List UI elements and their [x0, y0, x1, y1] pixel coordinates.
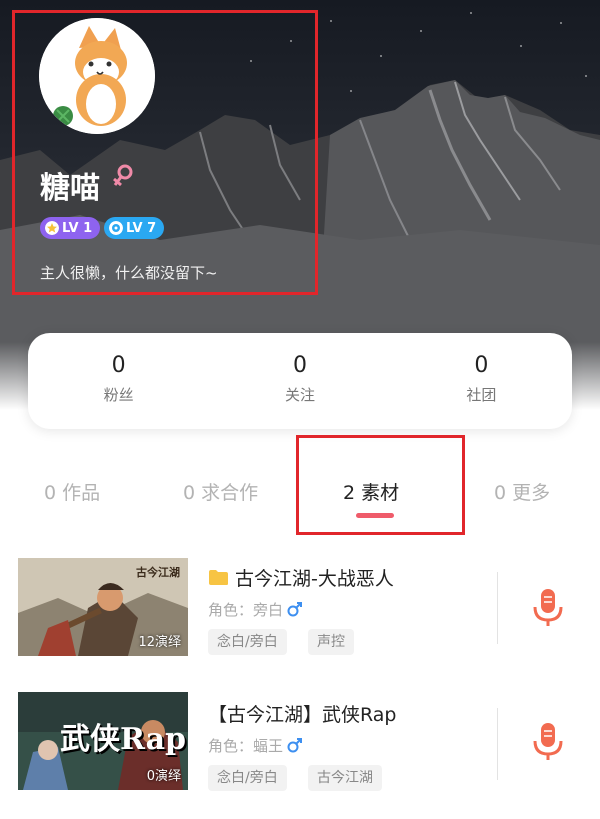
stat-following-label: 关注 — [284, 386, 315, 404]
disc-icon — [109, 221, 123, 235]
star-icon — [45, 221, 59, 235]
user-avatar[interactable] — [39, 18, 155, 134]
material-role: 角色：蝠王 — [208, 735, 303, 756]
material-title[interactable]: 古今江湖-大战恶人 — [208, 564, 394, 591]
thumbnail-caption: 武侠Rap — [60, 722, 187, 757]
performance-count: 12演绎 — [138, 635, 181, 650]
tab-works[interactable]: 0 作品 — [44, 478, 100, 505]
tab-collaboration[interactable]: 0 求合作 — [183, 478, 258, 505]
stats-card: 0 粉丝 0 关注 0 社团 — [28, 333, 572, 429]
material-tag[interactable]: 念白/旁白 — [208, 765, 287, 791]
folder-icon — [209, 570, 228, 585]
material-thumbnail[interactable]: 武侠Rap 0演绎 — [18, 692, 188, 790]
materials-tab-highlight — [296, 435, 465, 535]
performance-count: 0演绎 — [146, 769, 181, 784]
male-gender-icon — [287, 738, 303, 753]
stat-fans[interactable]: 0 粉丝 — [28, 333, 209, 429]
material-role-text: 角色：蝠王 — [208, 737, 284, 755]
item-divider — [497, 708, 498, 780]
material-thumbnail[interactable]: 古今江湖 12演绎 — [18, 558, 188, 656]
item-divider — [497, 572, 498, 644]
material-title-text: 古今江湖-大战恶人 — [235, 568, 394, 590]
material-role-text: 角色：旁白 — [208, 601, 284, 619]
username: 糖喵 — [40, 171, 100, 206]
material-role: 角色：旁白 — [208, 599, 303, 620]
material-tag[interactable]: 声控 — [308, 629, 354, 655]
user-level-label: LV 1 — [62, 220, 93, 236]
user-bio: 主人很懒，什么都没留下~ — [40, 264, 218, 282]
female-gender-icon — [113, 164, 133, 187]
user-level-badge: LV 1 — [40, 217, 101, 239]
list-item[interactable]: 武侠Rap 0演绎 【古今江湖】武侠Rap 角色：蝠王 念白/旁白 古今江湖 — [0, 684, 600, 804]
material-tag[interactable]: 念白/旁白 — [208, 629, 287, 655]
thumbnail-caption: 古今江湖 — [136, 566, 180, 579]
stat-clubs[interactable]: 0 社团 — [391, 333, 572, 429]
stat-following[interactable]: 0 关注 — [209, 333, 390, 429]
microphone-record-button[interactable] — [531, 722, 565, 762]
cat-avatar-icon — [39, 18, 155, 134]
voice-level-badge: LV 7 — [104, 217, 165, 239]
stat-following-count: 0 — [292, 353, 307, 378]
tab-more[interactable]: 0 更多 — [494, 478, 550, 505]
material-tag[interactable]: 古今江湖 — [308, 765, 382, 791]
voice-level-label: LV 7 — [126, 220, 157, 236]
stat-clubs-label: 社团 — [466, 386, 497, 404]
stat-clubs-count: 0 — [474, 353, 489, 378]
microphone-record-button[interactable] — [531, 588, 565, 628]
material-title[interactable]: 【古今江湖】武侠Rap — [208, 700, 397, 727]
stat-fans-label: 粉丝 — [103, 386, 134, 404]
list-item[interactable]: 古今江湖 12演绎 古今江湖-大战恶人 角色：旁白 念白/旁白 声控 — [0, 548, 600, 668]
stat-fans-count: 0 — [111, 353, 126, 378]
male-gender-icon — [287, 602, 303, 617]
